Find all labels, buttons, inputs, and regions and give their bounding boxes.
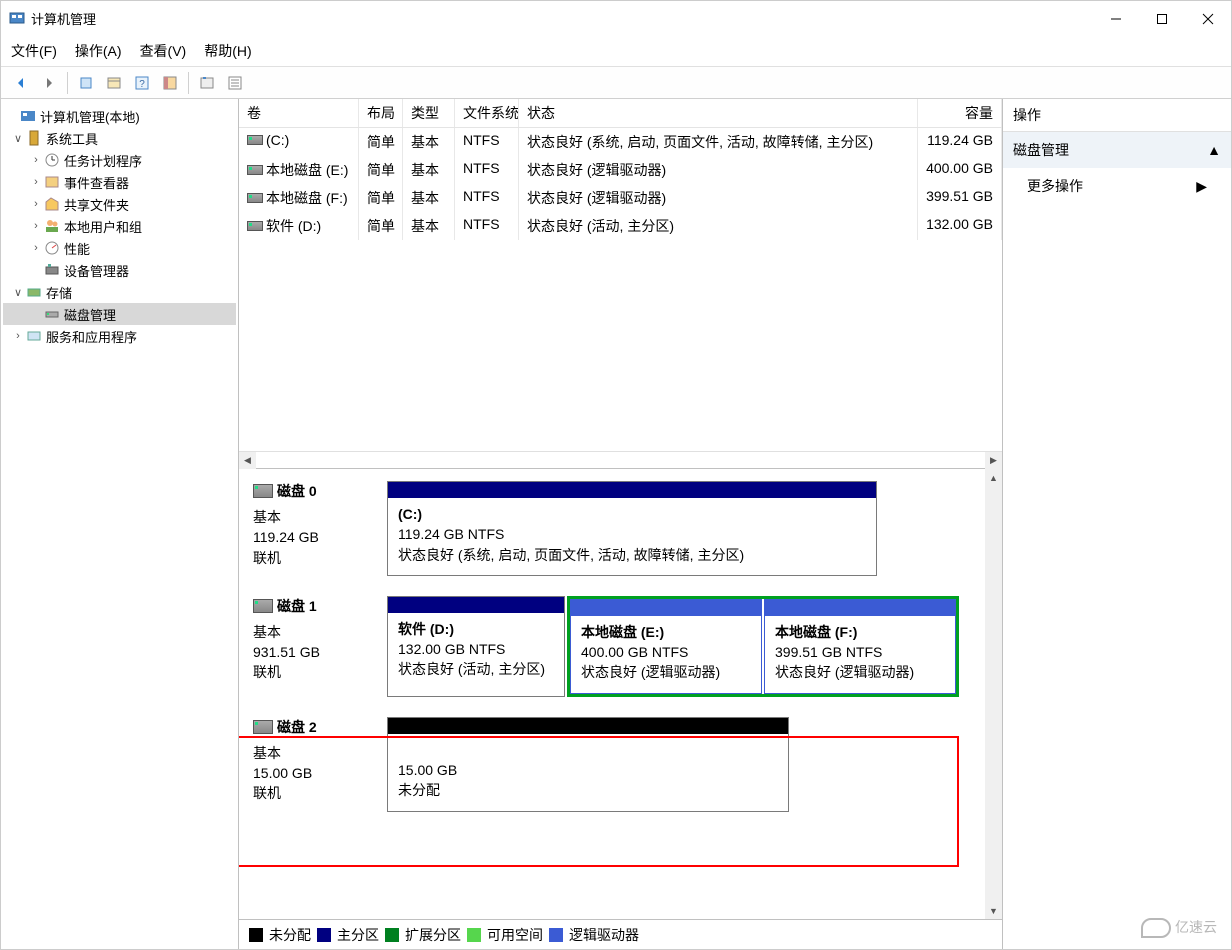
horizontal-scrollbar[interactable]: ◀▶ <box>239 451 1002 468</box>
volume-list-header: 卷 布局 类型 文件系统 状态 容量 <box>239 99 1002 128</box>
disk-row-0[interactable]: 磁盘 0 基本119.24 GB联机 (C:)119.24 GB NTFS状态良… <box>249 481 986 576</box>
minimize-button[interactable] <box>1093 1 1139 36</box>
legend-swatch-extended <box>385 928 399 942</box>
tree-services[interactable]: ›服务和应用程序 <box>3 325 236 347</box>
chevron-up-icon: ▲ <box>1207 142 1221 158</box>
tree-devmgr[interactable]: 设备管理器 <box>3 259 236 281</box>
maximize-button[interactable] <box>1139 1 1185 36</box>
partition-c[interactable]: (C:)119.24 GB NTFS状态良好 (系统, 启动, 页面文件, 活动… <box>387 481 877 576</box>
tree-storage[interactable]: ∨存储 <box>3 281 236 303</box>
legend-swatch-unalloc <box>249 928 263 942</box>
actions-diskmgmt[interactable]: 磁盘管理 ▲ <box>1003 132 1231 168</box>
legend: 未分配 主分区 扩展分区 可用空间 逻辑驱动器 <box>239 919 1002 949</box>
toolbar-btn-1[interactable] <box>74 71 98 95</box>
app-icon <box>9 11 25 27</box>
disk-graphical-view: 磁盘 0 基本119.24 GB联机 (C:)119.24 GB NTFS状态良… <box>239 469 1002 919</box>
legend-swatch-logical <box>549 928 563 942</box>
close-button[interactable] <box>1185 1 1231 36</box>
watermark: 亿速云 <box>1141 917 1217 938</box>
window-title: 计算机管理 <box>31 9 1093 28</box>
forward-button[interactable] <box>37 71 61 95</box>
app-window: 计算机管理 文件(F) 操作(A) 查看(V) 帮助(H) ? 计算机管理(本地… <box>0 0 1232 950</box>
partition-d[interactable]: 软件 (D:)132.00 GB NTFS状态良好 (活动, 主分区) <box>387 596 565 697</box>
toolbar-btn-settings[interactable] <box>195 71 219 95</box>
partition-e[interactable]: 本地磁盘 (E:)400.00 GB NTFS状态良好 (逻辑驱动器) <box>570 599 762 694</box>
legend-swatch-free <box>467 928 481 942</box>
volume-row[interactable]: 软件 (D:)简单基本NTFS状态良好 (活动, 主分区)132.00 GB <box>239 212 1002 240</box>
tree-systools[interactable]: ∨系统工具 <box>3 127 236 149</box>
disk-icon <box>253 599 273 613</box>
actions-header: 操作 <box>1003 99 1231 132</box>
toolbar-btn-refresh[interactable] <box>102 71 126 95</box>
volume-row[interactable]: 本地磁盘 (E:)简单基本NTFS状态良好 (逻辑驱动器)400.00 GB <box>239 156 1002 184</box>
titlebar: 计算机管理 <box>1 1 1231 36</box>
disk-row-2[interactable]: 磁盘 2 基本15.00 GB联机 15.00 GB未分配 <box>249 717 986 812</box>
col-layout[interactable]: 布局 <box>359 99 403 127</box>
tree-eventv[interactable]: ›事件查看器 <box>3 171 236 193</box>
col-type[interactable]: 类型 <box>403 99 455 127</box>
col-fs[interactable]: 文件系统 <box>455 99 519 127</box>
menu-help[interactable]: 帮助(H) <box>204 41 251 61</box>
disk-icon <box>253 720 273 734</box>
tree-perf[interactable]: ›性能 <box>3 237 236 259</box>
menu-action[interactable]: 操作(A) <box>75 41 122 61</box>
col-volume[interactable]: 卷 <box>239 99 359 127</box>
volume-row[interactable]: 本地磁盘 (F:)简单基本NTFS状态良好 (逻辑驱动器)399.51 GB <box>239 184 1002 212</box>
actions-panel: 操作 磁盘管理 ▲ 更多操作 ▶ <box>1003 99 1231 949</box>
disk-row-1[interactable]: 磁盘 1 基本931.51 GB联机 软件 (D:)132.00 GB NTFS… <box>249 596 986 697</box>
volume-list: 卷 布局 类型 文件系统 状态 容量 (C:)简单基本NTFS状态良好 (系统,… <box>239 99 1002 469</box>
tree-shared[interactable]: ›共享文件夹 <box>3 193 236 215</box>
col-status[interactable]: 状态 <box>519 99 918 127</box>
vertical-scrollbar[interactable]: ▲▼ <box>985 469 1002 919</box>
menu-file[interactable]: 文件(F) <box>11 41 57 61</box>
tree-diskmgmt[interactable]: 磁盘管理 <box>3 303 236 325</box>
toolbar-btn-view[interactable] <box>158 71 182 95</box>
back-button[interactable] <box>9 71 33 95</box>
content-area: 计算机管理(本地) ∨系统工具 ›任务计划程序 ›事件查看器 ›共享文件夹 ›本… <box>1 99 1231 949</box>
actions-more[interactable]: 更多操作 ▶ <box>1003 168 1231 204</box>
tree-users[interactable]: ›本地用户和组 <box>3 215 236 237</box>
legend-swatch-primary <box>317 928 331 942</box>
menubar: 文件(F) 操作(A) 查看(V) 帮助(H) <box>1 36 1231 66</box>
center-pane: 卷 布局 类型 文件系统 状态 容量 (C:)简单基本NTFS状态良好 (系统,… <box>239 99 1003 949</box>
nav-tree: 计算机管理(本地) ∨系统工具 ›任务计划程序 ›事件查看器 ›共享文件夹 ›本… <box>1 99 239 949</box>
disk-icon <box>253 484 273 498</box>
tree-tasksch[interactable]: ›任务计划程序 <box>3 149 236 171</box>
extended-partition: 本地磁盘 (E:)400.00 GB NTFS状态良好 (逻辑驱动器) 本地磁盘… <box>567 596 959 697</box>
svg-text:?: ? <box>139 79 145 90</box>
menu-view[interactable]: 查看(V) <box>140 41 187 61</box>
chevron-right-icon: ▶ <box>1196 178 1207 195</box>
partition-f[interactable]: 本地磁盘 (F:)399.51 GB NTFS状态良好 (逻辑驱动器) <box>764 599 956 694</box>
partition-unallocated[interactable]: 15.00 GB未分配 <box>387 717 789 812</box>
tree-root[interactable]: 计算机管理(本地) <box>3 105 236 127</box>
volume-row[interactable]: (C:)简单基本NTFS状态良好 (系统, 启动, 页面文件, 活动, 故障转储… <box>239 128 1002 156</box>
toolbar-btn-help[interactable]: ? <box>130 71 154 95</box>
toolbar-btn-list[interactable] <box>223 71 247 95</box>
toolbar: ? <box>1 66 1231 99</box>
col-capacity[interactable]: 容量 <box>918 99 1002 127</box>
